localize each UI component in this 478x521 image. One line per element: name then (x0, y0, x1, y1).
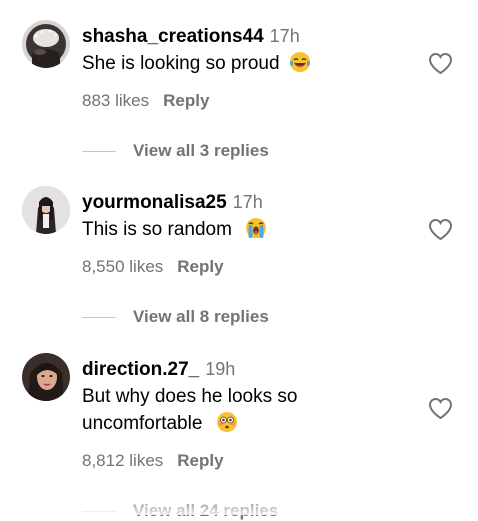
avatar[interactable] (22, 353, 70, 401)
username[interactable]: shasha_creations44 (82, 26, 264, 47)
avatar-image (22, 20, 70, 68)
replies-divider (82, 317, 116, 319)
comment-meta: 8,550 likes Reply (82, 257, 224, 277)
likes-count[interactable]: 8,812 likes (82, 451, 163, 470)
comment-text-content: She is looking so proud (82, 53, 280, 74)
reply-button[interactable]: Reply (177, 451, 223, 470)
comment-header: direction.27_ 19h (82, 358, 235, 381)
avatar-image (22, 186, 70, 234)
comment-item: yourmonalisa25 17h This is so random 8,55… (0, 170, 478, 340)
comment-header: shasha_creations44 17h (82, 25, 300, 48)
loudly-crying-emoji-icon (245, 217, 267, 239)
comment-item: direction.27_ 19h But why does he looks s… (0, 340, 478, 520)
timestamp: 17h (232, 192, 263, 212)
likes-count[interactable]: 8,550 likes (82, 257, 163, 276)
view-replies-button[interactable]: View all 3 replies (82, 141, 269, 161)
comment-text-content: But why does he looks so uncomfortable (82, 386, 298, 434)
heart-icon[interactable] (428, 52, 453, 75)
timestamp: 19h (205, 359, 236, 379)
reply-button[interactable]: Reply (177, 257, 223, 276)
avatar[interactable] (22, 20, 70, 68)
comment-meta: 883 likes Reply (82, 91, 209, 111)
view-replies-button[interactable]: View all 8 replies (82, 307, 269, 327)
comment-text: But why does he looks so uncomfortable (82, 383, 327, 437)
avatar[interactable] (22, 186, 70, 234)
comment-meta: 8,812 likes Reply (82, 451, 224, 471)
heart-icon[interactable] (428, 397, 453, 420)
flushed-emoji-icon (216, 411, 238, 433)
timestamp: 17h (269, 26, 300, 46)
view-replies-label: View all 3 replies (133, 141, 269, 160)
comment-text-content: This is so random (82, 219, 232, 240)
avatar-image (22, 353, 70, 401)
likes-count[interactable]: 883 likes (82, 91, 149, 110)
reply-button[interactable]: Reply (163, 91, 209, 110)
replies-divider (82, 151, 116, 153)
scroll-fade (0, 495, 478, 515)
username[interactable]: direction.27_ (82, 359, 199, 380)
view-replies-label: View all 8 replies (133, 307, 269, 326)
comment-item: shasha_creations44 17h She is looking so … (0, 0, 478, 170)
crying-laughing-emoji-icon (289, 51, 311, 73)
comment-text: She is looking so proud (82, 50, 402, 77)
comment-header: yourmonalisa25 17h (82, 191, 263, 214)
username[interactable]: yourmonalisa25 (82, 192, 227, 213)
comment-text: This is so random (82, 216, 402, 243)
heart-icon[interactable] (428, 218, 453, 241)
